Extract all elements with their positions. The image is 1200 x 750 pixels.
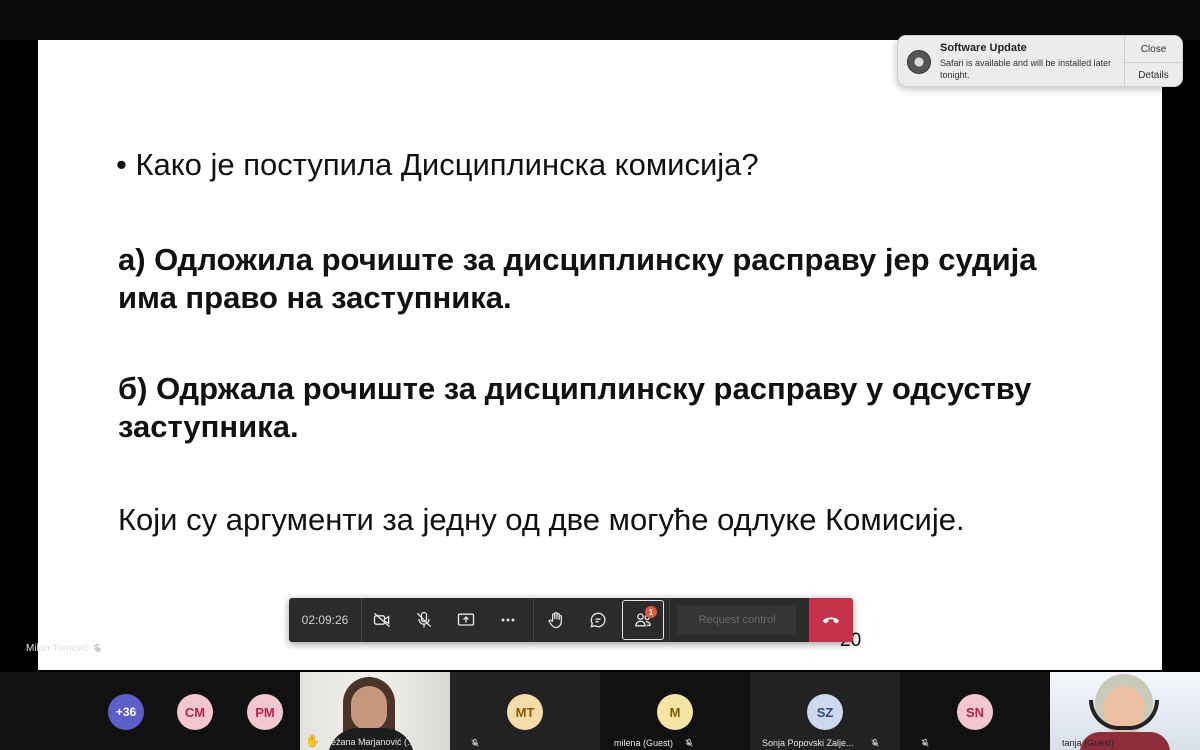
raised-hand-icon: ✋: [305, 734, 320, 748]
software-update-gear-icon: [907, 50, 931, 74]
share-screen-button[interactable]: [445, 598, 487, 642]
raise-hand-button[interactable]: [535, 598, 577, 642]
participant-tile-sn[interactable]: SN: [900, 672, 1050, 750]
meeting-timer: 02:09:26: [301, 613, 349, 627]
avatar: MT: [507, 694, 543, 730]
details-button[interactable]: Details: [1125, 62, 1182, 86]
slide-arguments: Који су аргументи за једну од две могуће…: [118, 502, 965, 537]
avatar: SN: [957, 694, 993, 730]
chat-icon: [590, 612, 606, 628]
slide-option-b: б) Одржала рочиште за дисциплинску распр…: [118, 371, 1032, 444]
toolbar-separator: [669, 598, 670, 642]
camera-toggle-button[interactable]: [361, 598, 403, 642]
video-headphones: [1089, 700, 1159, 730]
presenter-name: Milan Tomović: [26, 643, 90, 654]
toolbar-separator: [533, 598, 534, 642]
presentation-slide: • Како је поступила Дисциплинска комисиј…: [38, 40, 1162, 670]
participant-name: milena (Guest): [614, 738, 674, 748]
avatar[interactable]: PM: [247, 694, 283, 730]
participant-tile-sonja[interactable]: SZ Sonja Popovski Zalje...: [750, 672, 900, 750]
mic-off-icon: [416, 611, 432, 628]
video-face: [351, 686, 387, 730]
camera-off-icon: [373, 612, 390, 628]
participant-name: Sonja Popovski Zalje...: [762, 738, 854, 748]
top-bar: [0, 0, 1200, 40]
raise-hand-icon: [548, 612, 562, 629]
participant-name: tanja (Guest): [1062, 738, 1115, 748]
participant-video-tanja[interactable]: tanja (Guest): [1050, 672, 1200, 750]
meeting-toolbar: 02:09:26 1 Request control: [289, 598, 853, 642]
mic-muted-icon: [871, 738, 879, 747]
avatar[interactable]: CM: [177, 694, 213, 730]
close-button[interactable]: Close: [1125, 36, 1182, 62]
participant-video-snezana[interactable]: Snežana Marjanović (... ✋: [300, 672, 450, 750]
request-control-button[interactable]: Request control: [678, 605, 796, 635]
mic-muted-icon: [93, 643, 102, 653]
chat-button[interactable]: [577, 598, 619, 642]
hang-up-icon: [823, 617, 839, 624]
participant-name: Snežana Marjanović (...: [320, 737, 415, 747]
notification-message: Safari is available and will be installe…: [940, 58, 1112, 80]
presenter-label: Milan Tomović: [26, 643, 103, 654]
more-options-icon: [501, 618, 515, 622]
more-participants-button[interactable]: +36: [108, 694, 144, 730]
participant-tile-mt[interactable]: MT: [450, 672, 600, 750]
more-options-button[interactable]: [487, 598, 529, 642]
participant-strip: +36 CM PM Snežana Marjanović (... ✋ MT M…: [0, 672, 1200, 750]
mic-muted-icon: [685, 738, 693, 747]
mic-toggle-button[interactable]: [403, 598, 445, 642]
hang-up-button[interactable]: [809, 598, 853, 642]
notification-actions: Close Details: [1124, 36, 1182, 86]
slide-option-a: а) Одложила рочиште за дисциплинску расп…: [118, 242, 1037, 315]
notification-title: Software Update: [940, 42, 1027, 54]
avatar: M: [657, 694, 693, 730]
slide-question: • Како је поступила Дисциплинска комисиј…: [116, 147, 759, 182]
participants-badge: 1: [645, 606, 657, 618]
participant-tile-milena[interactable]: M milena (Guest): [600, 672, 750, 750]
mic-muted-icon: [471, 738, 479, 747]
share-screen-icon: [457, 613, 475, 626]
avatar: SZ: [807, 694, 843, 730]
software-update-notification[interactable]: Software Update Safari is available and …: [897, 35, 1183, 87]
participants-button[interactable]: 1: [622, 600, 664, 640]
mic-muted-icon: [921, 738, 929, 747]
